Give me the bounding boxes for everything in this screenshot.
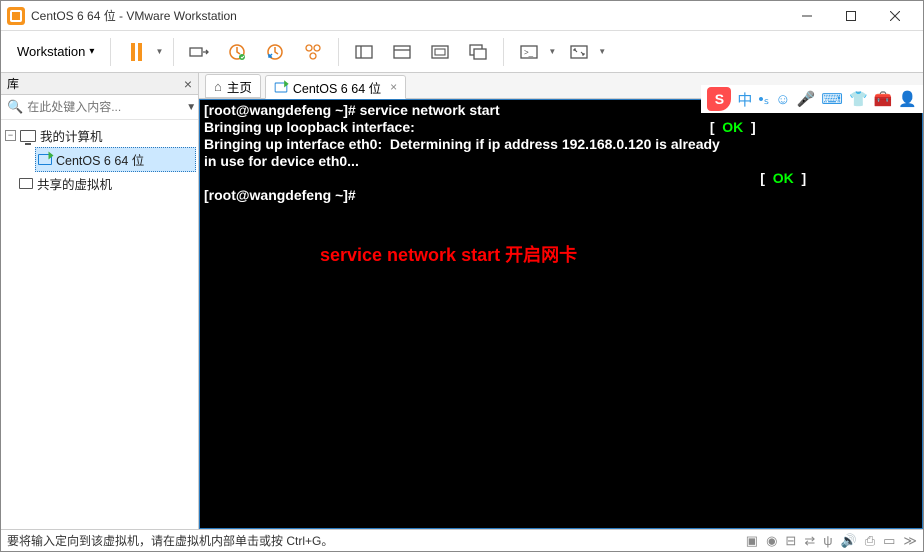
maximize-button[interactable] bbox=[829, 1, 873, 31]
terminal-prompt: [root@wangdefeng ~]# bbox=[204, 187, 360, 203]
status-devices: ▣ ◉ ⊟ ⇄ ψ 🔊 ⎙ ▭ ≫ bbox=[746, 533, 917, 549]
tab-label: 主页 bbox=[227, 77, 252, 96]
close-button[interactable] bbox=[873, 1, 917, 31]
sidebar-title: 库 bbox=[7, 75, 19, 92]
annotation-text: service network start 开启网卡 bbox=[320, 245, 577, 266]
ime-voice-icon[interactable]: 🎤 bbox=[797, 90, 816, 108]
workstation-menu[interactable]: Workstation bbox=[9, 40, 102, 63]
toolbar: Workstation ▼ >_ ▼ ▼ bbox=[1, 31, 923, 73]
home-icon: ⌂ bbox=[214, 79, 222, 94]
ime-emoji-icon[interactable]: ☺ bbox=[775, 91, 790, 108]
ime-lang-button[interactable]: 中 bbox=[737, 89, 752, 110]
terminal-line: Bringing up interface eth0: Determining … bbox=[204, 136, 720, 152]
expand-icon[interactable]: − bbox=[5, 130, 16, 141]
terminal-line: in use for device eth0... bbox=[204, 153, 359, 169]
sidebar-header: 库 × bbox=[1, 73, 198, 95]
ime-logo-icon[interactable]: S bbox=[707, 87, 731, 111]
window-title: CentOS 6 64 位 - VMware Workstation bbox=[31, 7, 785, 24]
tree-label: 我的计算机 bbox=[40, 126, 103, 145]
snapshot-revert-button[interactable] bbox=[258, 35, 292, 69]
tree-label: 共享的虚拟机 bbox=[37, 174, 112, 193]
network-icon[interactable]: ⇄ bbox=[804, 533, 815, 549]
ime-punct-icon[interactable]: •ₛ bbox=[758, 90, 769, 108]
view-unity-button[interactable] bbox=[461, 35, 495, 69]
tree-label: CentOS 6 64 位 bbox=[56, 150, 144, 169]
display-icon[interactable]: ▭ bbox=[883, 533, 895, 549]
computer-icon bbox=[20, 130, 36, 142]
message-icon[interactable]: ≫ bbox=[903, 533, 917, 549]
terminal-line: [root@wangdefeng ~]# service network sta… bbox=[204, 102, 500, 118]
pause-button[interactable] bbox=[119, 35, 153, 69]
sound-icon[interactable]: 🔊 bbox=[841, 533, 857, 549]
status-text: 要将输入定向到该虚拟机，请在虚拟机内部单击或按 Ctrl+G。 bbox=[7, 532, 333, 549]
hdd-icon[interactable]: ▣ bbox=[746, 533, 758, 549]
vm-console[interactable]: [root@wangdefeng ~]# service network sta… bbox=[199, 99, 923, 529]
separator bbox=[110, 38, 111, 66]
ok-status: OK bbox=[773, 170, 794, 186]
separator bbox=[503, 38, 504, 66]
floppy-icon[interactable]: ⊟ bbox=[785, 533, 796, 549]
statusbar: 要将输入定向到该虚拟机，请在虚拟机内部单击或按 Ctrl+G。 ▣ ◉ ⊟ ⇄ … bbox=[1, 529, 923, 551]
ok-status: OK bbox=[722, 119, 743, 135]
send-ctrl-alt-del-button[interactable] bbox=[182, 35, 216, 69]
view-thumbnail-button[interactable] bbox=[423, 35, 457, 69]
view-tabs-button[interactable] bbox=[385, 35, 419, 69]
vm-icon bbox=[38, 154, 52, 165]
vm-tree: − 我的计算机 CentOS 6 64 位 共享的虚拟机 bbox=[1, 120, 198, 199]
ime-keyboard-icon[interactable]: ⌨ bbox=[821, 90, 843, 108]
app-icon bbox=[7, 7, 25, 25]
tab-close-button[interactable]: × bbox=[390, 80, 397, 94]
vm-icon bbox=[275, 82, 288, 92]
tree-item-centos[interactable]: CentOS 6 64 位 bbox=[35, 147, 196, 172]
view-single-button[interactable] bbox=[347, 35, 381, 69]
search-input[interactable] bbox=[27, 100, 182, 114]
minimize-button[interactable] bbox=[785, 1, 829, 31]
terminal-line: Bringing up loopback interface: bbox=[204, 119, 415, 135]
content-area: ⌂ 主页 CentOS 6 64 位 × [root@wangdefeng ~]… bbox=[199, 73, 923, 529]
titlebar: CentOS 6 64 位 - VMware Workstation bbox=[1, 1, 923, 31]
svg-text:>_: >_ bbox=[524, 48, 534, 57]
search-icon: 🔍 bbox=[7, 99, 23, 115]
pause-dropdown[interactable]: ▼ bbox=[155, 47, 163, 56]
tab-label: CentOS 6 64 位 bbox=[293, 78, 381, 97]
ime-user-icon[interactable]: 👤 bbox=[898, 90, 917, 108]
fullscreen-button[interactable] bbox=[562, 35, 596, 69]
share-icon bbox=[19, 178, 33, 189]
snapshot-manager-button[interactable] bbox=[296, 35, 330, 69]
usb-icon[interactable]: ψ bbox=[823, 533, 832, 549]
console-button[interactable]: >_ bbox=[512, 35, 546, 69]
console-dropdown[interactable]: ▼ bbox=[548, 47, 556, 56]
tree-shared-vms[interactable]: 共享的虚拟机 bbox=[17, 172, 196, 195]
ime-toolbar: S 中 •ₛ ☺ 🎤 ⌨ 👕 🧰 👤 bbox=[701, 85, 923, 113]
separator bbox=[173, 38, 174, 66]
cd-icon[interactable]: ◉ bbox=[766, 533, 777, 549]
printer-icon[interactable]: ⎙ bbox=[865, 533, 875, 549]
sidebar-search: 🔍 ▼ bbox=[1, 95, 198, 120]
tab-home[interactable]: ⌂ 主页 bbox=[205, 74, 261, 98]
search-dropdown[interactable]: ▼ bbox=[186, 102, 196, 113]
sidebar: 库 × 🔍 ▼ − 我的计算机 CentOS 6 64 位 共享的虚拟机 bbox=[1, 73, 199, 529]
snapshot-button[interactable] bbox=[220, 35, 254, 69]
tree-root-my-computer[interactable]: − 我的计算机 bbox=[3, 124, 196, 147]
ime-skin-icon[interactable]: 👕 bbox=[849, 90, 868, 108]
ime-toolbox-icon[interactable]: 🧰 bbox=[874, 90, 893, 108]
fullscreen-dropdown[interactable]: ▼ bbox=[598, 47, 606, 56]
tab-centos[interactable]: CentOS 6 64 位 × bbox=[265, 75, 406, 99]
separator bbox=[338, 38, 339, 66]
sidebar-close-button[interactable]: × bbox=[184, 76, 192, 92]
